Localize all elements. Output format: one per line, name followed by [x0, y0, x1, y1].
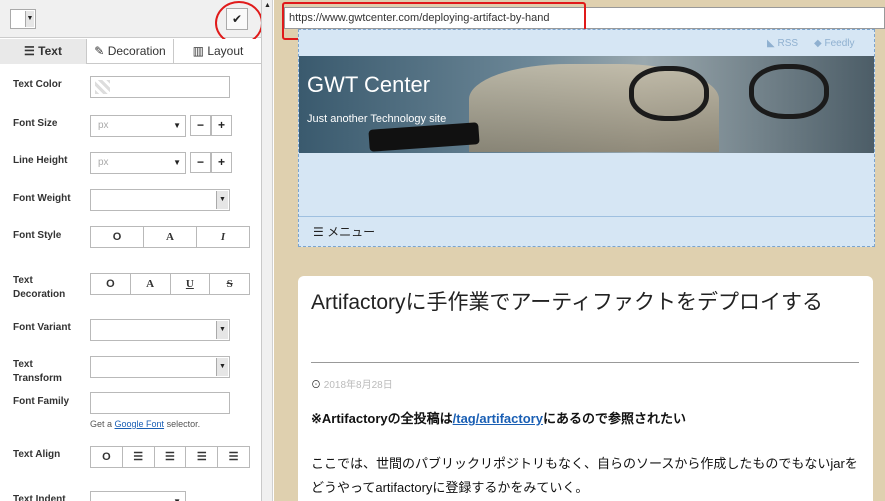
help-suffix: selector.: [166, 419, 201, 429]
text-color-input[interactable]: [90, 76, 230, 98]
text-align-label: Text Align: [13, 449, 61, 460]
line-height-unit-select[interactable]: px ▼: [90, 152, 186, 174]
scroll-up-icon[interactable]: ▲: [264, 2, 271, 9]
unit-value: px: [98, 120, 109, 131]
text-decoration-label: Text Decoration: [13, 275, 66, 300]
google-font-link[interactable]: Google Font: [115, 419, 165, 429]
site-title[interactable]: GWT Center: [307, 72, 430, 98]
brush-icon: ✎: [94, 44, 105, 58]
align-justify-icon[interactable]: ☰: [218, 447, 249, 467]
font-weight-select[interactable]: ▼: [90, 189, 230, 211]
feedly-label: Feedly: [824, 38, 855, 49]
article-note: ※Artifactoryの全投稿は/tag/artifactoryにあるので参照…: [311, 408, 686, 427]
panel-scrollbar[interactable]: ▲: [262, 0, 273, 501]
align-right-icon[interactable]: ☰: [155, 447, 187, 467]
note-prefix: ※Artifactoryの全投稿は: [311, 411, 453, 426]
align-center-icon[interactable]: ☰: [186, 447, 219, 467]
clock-icon: ⊙: [311, 380, 321, 391]
text-transform-label: Text Transform: [13, 359, 62, 384]
rss-link[interactable]: ◣ RSS: [767, 38, 798, 49]
decoration-strike-button[interactable]: S: [210, 274, 249, 294]
font-style-normal-button[interactable]: O: [91, 227, 144, 247]
font-family-input[interactable]: [90, 392, 230, 414]
chevron-down-icon: ▼: [173, 158, 181, 167]
line-height-increment-button[interactable]: +: [211, 152, 232, 173]
tab-label: Text: [38, 44, 62, 58]
article-date: ⊙ 2018年8月28日: [311, 376, 393, 391]
line-height-label: Line Height: [13, 155, 68, 166]
color-swatch: [95, 80, 110, 94]
decoration-overline-button[interactable]: A: [131, 274, 171, 294]
site-header: ◣ RSS ◆ Feedly GWT Center Just another T…: [298, 29, 875, 247]
feedly-icon: ◆: [814, 38, 822, 49]
font-variant-select[interactable]: ▼: [90, 319, 230, 341]
text-transform-select[interactable]: ▼: [90, 356, 230, 378]
text-indent-unit-select[interactable]: ▼: [90, 491, 186, 501]
font-size-unit-select[interactable]: px ▼: [90, 115, 186, 137]
menu-toggle[interactable]: ☰ メニュー: [299, 216, 874, 246]
tab-layout[interactable]: ▥ Layout: [174, 39, 261, 64]
line-height-decrement-button[interactable]: −: [190, 152, 211, 173]
font-variant-label: Font Variant: [13, 322, 71, 333]
align-none-button[interactable]: O: [91, 447, 123, 467]
panel-toolbar: ▼ ✔: [0, 0, 261, 45]
tab-label: Decoration: [107, 44, 166, 58]
align-left-icon[interactable]: ☰: [123, 447, 155, 467]
feedly-link[interactable]: ◆ Feedly: [814, 38, 855, 49]
panel-tabs: ☰ Text ✎ Decoration ▥ Layout: [0, 39, 261, 64]
chevron-down-icon: ▼: [173, 121, 181, 130]
decoration-underline-button[interactable]: U: [171, 274, 211, 294]
site-tagline: Just another Technology site: [307, 113, 447, 125]
font-size-decrement-button[interactable]: −: [190, 115, 211, 136]
rss-label: RSS: [777, 38, 799, 49]
note-suffix: にあるので参照されたい: [542, 411, 686, 426]
chevron-down-icon: ▼: [173, 492, 181, 501]
phone-image: [368, 122, 480, 152]
rss-icon: ◣: [767, 38, 775, 49]
text-color-label: Text Color: [13, 79, 62, 90]
font-size-increment-button[interactable]: +: [211, 115, 232, 136]
selector-dropdown[interactable]: ▼: [10, 9, 36, 29]
article-card: Artifactoryに手作業でアーティファクトをデプロイする ⊙ 2018年8…: [298, 276, 873, 501]
font-family-label: Font Family: [13, 396, 70, 407]
tab-text[interactable]: ☰ Text: [0, 39, 87, 64]
date-text: 2018年8月28日: [323, 380, 393, 391]
menu-icon: ☰: [313, 225, 324, 239]
glasses-lens-right: [749, 64, 829, 119]
tab-label: Layout: [207, 44, 244, 58]
text-decoration-buttons: O A U S: [90, 273, 250, 295]
title-divider: [311, 362, 859, 363]
tab-decoration[interactable]: ✎ Decoration: [87, 39, 174, 64]
article-title: Artifactoryに手作業でアーティファクトをデプロイする: [311, 291, 823, 314]
page-preview: https://www.gwtcenter.com/deploying-arti…: [274, 0, 885, 501]
menu-label: メニュー: [327, 225, 376, 239]
chevron-down-icon: ▼: [216, 321, 228, 339]
font-size-label: Font Size: [13, 118, 58, 129]
decoration-none-button[interactable]: O: [91, 274, 131, 294]
style-editor-panel: ▼ ✔ ☰ Text ✎ Decoration ▥ Layout Text Co…: [0, 0, 262, 501]
font-style-buttons: O A I: [90, 226, 250, 248]
tag-link[interactable]: /tag/artifactory: [453, 411, 543, 426]
columns-icon: ▥: [192, 44, 204, 58]
font-style-italic-button[interactable]: I: [197, 227, 249, 247]
header-image: GWT Center Just another Technology site: [299, 56, 874, 153]
chevron-down-icon: ▼: [25, 11, 34, 27]
unit-value: px: [98, 157, 109, 168]
chevron-down-icon: ▼: [216, 191, 228, 209]
chevron-down-icon: ▼: [216, 358, 228, 376]
article-body: ここでは、世間のパブリックリポジトリもなく、自らのソースから作成したものでもない…: [311, 456, 858, 495]
text-indent-label: Text Indent: [13, 494, 66, 501]
font-style-serif-button[interactable]: A: [144, 227, 197, 247]
font-weight-label: Font Weight: [13, 193, 71, 204]
help-prefix: Get a: [90, 419, 113, 429]
text-align-buttons: O ☰ ☰ ☰ ☰: [90, 446, 250, 468]
align-left-icon: ☰: [24, 44, 35, 58]
glasses-lens-left: [629, 66, 709, 121]
font-style-label: Font Style: [13, 230, 62, 241]
google-font-help: Get a Google Font selector.: [90, 419, 200, 429]
